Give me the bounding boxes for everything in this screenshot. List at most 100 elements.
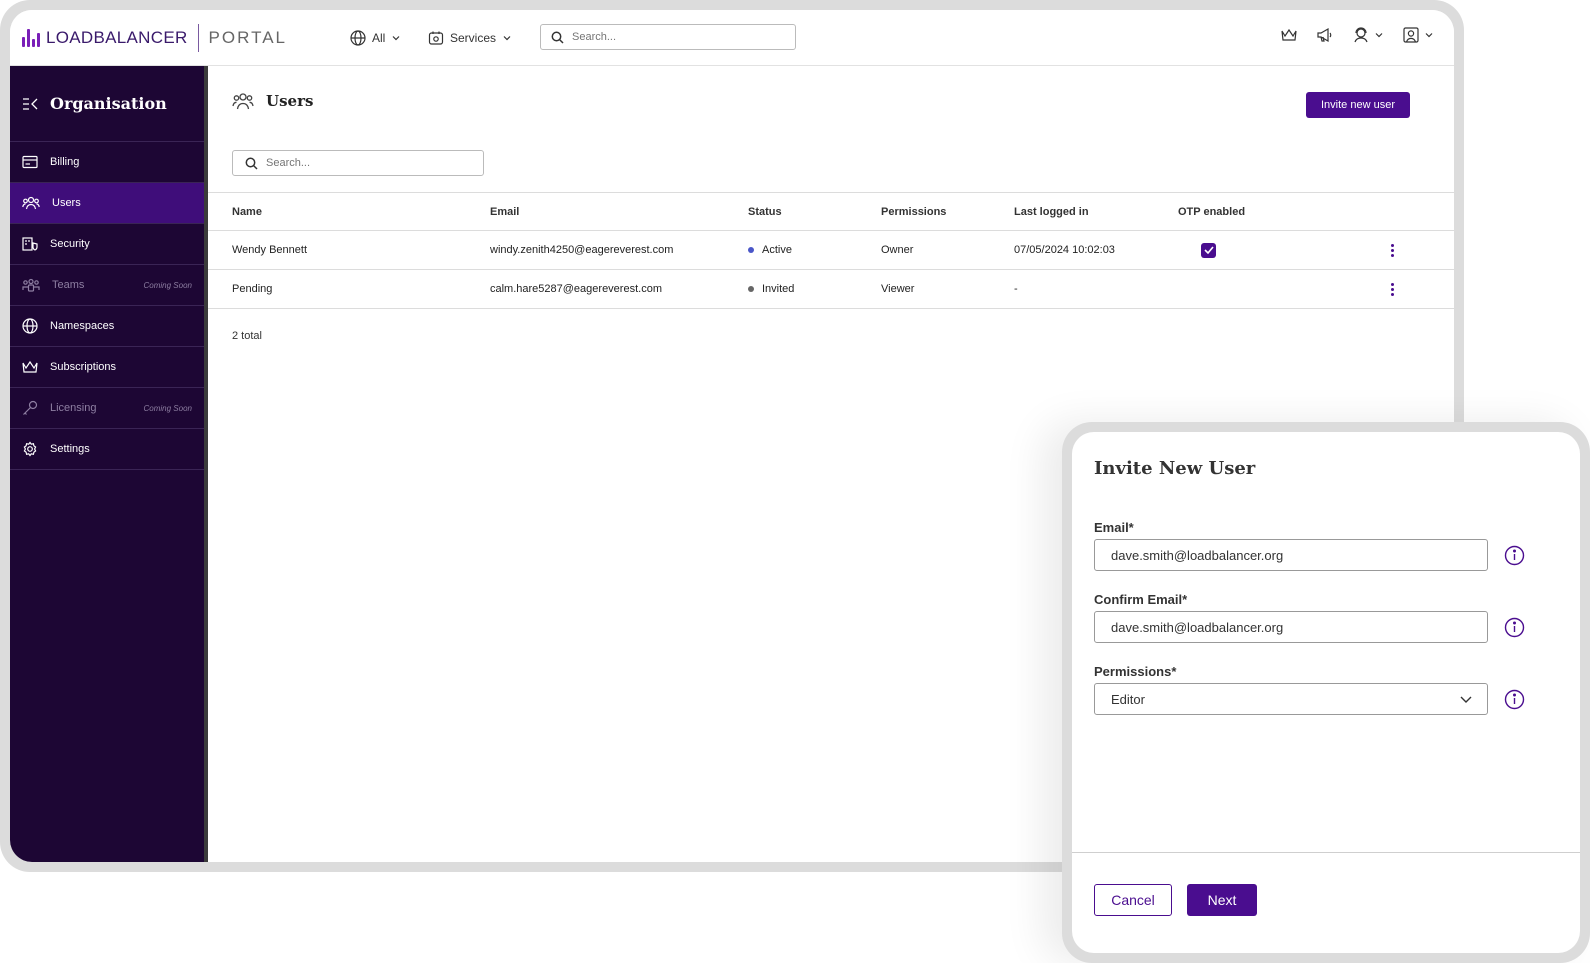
user-email: windy.zenith4250@eagereverest.com [490,244,674,256]
sidebar-item-teams: Teams Coming Soon [10,265,204,306]
sidebar-item-label: Billing [50,156,80,168]
dialog-title: Invite New User [1094,458,1256,479]
status-dot-icon [748,247,754,253]
search-icon [551,31,564,44]
table-header-row: Name Email Status Permissions Last logge… [208,192,1454,231]
sidebar-item-billing[interactable]: Billing [10,142,204,183]
user-name: Pending [232,283,273,295]
teams-icon [22,278,40,292]
invite-new-user-button[interactable]: Invite new user [1306,92,1410,118]
sidebar-item-label: Licensing [50,402,97,414]
info-icon[interactable] [1504,617,1525,638]
brand-logo[interactable]: LOADBALANCER PORTAL [22,24,287,52]
scope-dropdown[interactable]: All [350,28,401,48]
users-search[interactable] [232,150,484,176]
confirm-email-input[interactable] [1111,619,1471,635]
permissions-selected-value: Editor [1111,691,1145,707]
logo-text: LOADBALANCER [46,28,188,47]
crown-icon [1281,28,1297,41]
user-status: Active [748,231,792,269]
globe-icon [350,30,366,46]
email-input[interactable] [1111,547,1471,563]
chevron-down-icon [503,36,511,41]
announcements-button[interactable] [1316,27,1334,43]
sidebar-item-security[interactable]: Security [10,224,204,265]
page-header: Users [232,92,313,110]
services-icon [428,31,444,45]
more-vertical-icon [1391,282,1394,296]
subscriptions-button[interactable] [1280,27,1298,43]
sidebar-title: Organisation [50,94,167,113]
coming-soon-badge: Coming Soon [143,280,192,290]
sidebar-item-label: Settings [50,443,90,455]
chevron-down-icon [1460,696,1472,703]
services-dropdown[interactable]: Services [428,28,512,48]
user-last-login: 07/05/2024 10:02:03 [1014,244,1115,256]
global-search[interactable] [540,24,796,50]
table-row[interactable]: Wendy Bennett windy.zenith4250@eagerever… [208,231,1454,270]
gear-icon [23,441,37,457]
more-vertical-icon [1391,243,1394,257]
permissions-select[interactable]: Editor [1094,683,1488,715]
sidebar-item-label: Users [52,197,81,209]
user-email: calm.hare5287@eagereverest.com [490,283,662,295]
top-actions [1280,26,1434,44]
column-header-permissions[interactable]: Permissions [881,193,946,231]
megaphone-icon [1317,27,1332,43]
user-name: Wendy Bennett [232,244,308,256]
sidebar-item-settings[interactable]: Settings [10,429,204,470]
status-text: Invited [762,283,795,295]
sidebar-header: Organisation [10,66,204,142]
account-menu[interactable] [1402,26,1434,44]
row-actions-button[interactable] [1391,231,1394,269]
table-total-count: 2 total [232,330,262,342]
permissions-label: Permissions* [1094,664,1177,679]
sidebar-item-namespaces[interactable]: Namespaces [10,306,204,347]
services-label: Services [450,31,497,45]
invite-user-dialog-frame: Invite New User Email* Confirm Email* Pe… [1062,422,1590,963]
sidebar-item-licensing: Licensing Coming Soon [10,388,204,429]
support-menu[interactable] [1352,26,1384,44]
global-search-input[interactable] [572,31,772,43]
confirm-email-field[interactable] [1094,611,1488,643]
chevron-down-icon [1375,33,1383,38]
collapse-sidebar-icon[interactable] [22,97,40,111]
email-field[interactable] [1094,539,1488,571]
users-icon [232,93,254,110]
logo-portal-text: PORTAL [208,28,287,47]
info-icon[interactable] [1504,545,1525,566]
status-dot-icon [748,286,754,292]
column-header-name[interactable]: Name [232,193,262,231]
table-row[interactable]: Pending calm.hare5287@eagereverest.com I… [208,270,1454,309]
info-icon[interactable] [1504,689,1525,710]
account-icon [1403,27,1419,43]
sidebar-item-label: Teams [52,279,85,291]
top-bar: LOADBALANCER PORTAL All Services [10,10,1454,66]
column-header-otp[interactable]: OTP enabled [1178,193,1245,231]
dialog-divider [1072,852,1580,853]
billing-icon [22,155,38,169]
status-text: Active [762,244,792,256]
checkmark-icon [1201,242,1216,258]
key-icon [23,400,38,415]
cancel-button[interactable]: Cancel [1094,884,1172,916]
confirm-email-label: Confirm Email* [1094,592,1188,607]
sidebar-item-label: Security [50,238,90,250]
sidebar-item-subscriptions[interactable]: Subscriptions [10,347,204,388]
email-label: Email* [1094,520,1134,535]
coming-soon-badge: Coming Soon [143,403,192,413]
support-agent-icon [1354,27,1368,43]
otp-checkbox[interactable] [1201,231,1216,269]
logo-mark-icon [22,29,40,47]
users-icon [22,196,40,210]
sidebar-item-label: Subscriptions [50,361,117,373]
page-title: Users [266,92,314,110]
column-header-last-login[interactable]: Last logged in [1014,193,1089,231]
next-button[interactable]: Next [1187,884,1257,916]
sidebar-item-users[interactable]: Users [10,183,204,224]
column-header-status[interactable]: Status [748,193,782,231]
users-search-input[interactable] [266,157,466,169]
crown-icon [22,360,38,373]
row-actions-button[interactable] [1391,270,1394,308]
column-header-email[interactable]: Email [490,193,519,231]
